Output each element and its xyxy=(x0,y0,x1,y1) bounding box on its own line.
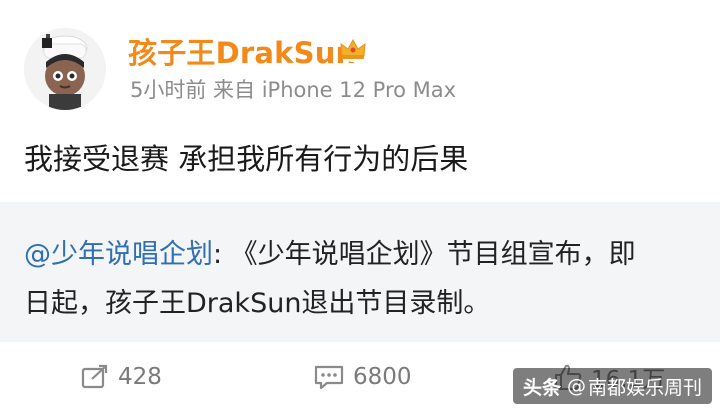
mention-link[interactable]: @少年说唱企划 xyxy=(24,239,213,270)
comment-count: 6800 xyxy=(353,364,412,390)
repost-count: 428 xyxy=(118,364,162,390)
post-header: 孩子王DrakSun 5小时前 来自 iPhone 12 Pro Max xyxy=(0,0,720,120)
watermark-account: 南都娱乐周刊 xyxy=(587,376,702,399)
username[interactable]: 孩子王DrakSun xyxy=(128,30,356,72)
post-meta: 5小时前 来自 iPhone 12 Pro Max xyxy=(130,78,457,102)
comment-button[interactable]: 6800 xyxy=(313,362,412,392)
repost-button[interactable]: 428 xyxy=(80,362,162,392)
post-text: 我接受退赛 承担我所有行为的后果 xyxy=(24,142,469,176)
repost-line-2: 日起，孩子王DrakSun退出节目录制。 xyxy=(24,288,491,319)
avatar-illustration xyxy=(24,28,106,110)
repost-box[interactable]: @少年说唱企划: 《少年说唱企划》节目组宣布，即 日起，孩子王DrakSun退出… xyxy=(0,202,720,342)
avatar[interactable] xyxy=(24,28,106,110)
at-icon: @ xyxy=(566,375,586,397)
watermark: 头条 @ 南都娱乐周刊 xyxy=(512,368,712,404)
repost-icon xyxy=(81,364,108,389)
comment-icon xyxy=(314,365,344,390)
watermark-logo: 头条 xyxy=(522,376,561,399)
repost-line-1: @少年说唱企划: 《少年说唱企划》节目组宣布，即 xyxy=(24,232,636,271)
repost-text-1: : 《少年说唱企划》节目组宣布，即 xyxy=(213,239,636,270)
vip-crown-icon xyxy=(340,38,366,62)
